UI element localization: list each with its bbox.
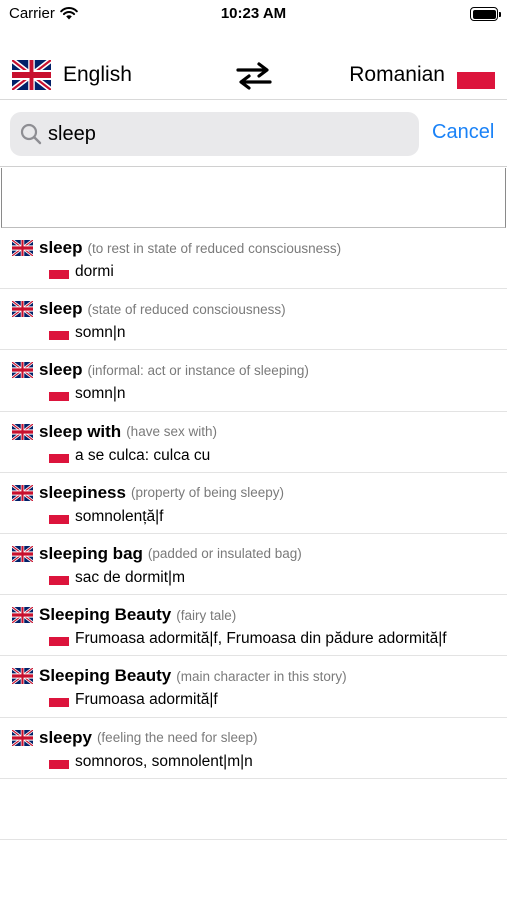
romania-flag-icon	[49, 453, 69, 463]
battery-icon	[470, 7, 501, 21]
result-source: sleep with (have sex with)	[12, 422, 217, 442]
result-gloss: (main character in this story)	[176, 668, 347, 684]
search-icon	[20, 123, 42, 145]
result-target: somn|n	[49, 324, 126, 342]
result-target: somnoros, somnolent|m|n	[49, 753, 253, 771]
romania-flag-icon	[49, 698, 69, 708]
result-row[interactable]: sleeping bag (padded or insulated bag) sac…	[0, 534, 507, 596]
uk-flag-icon	[12, 545, 33, 562]
result-gloss: (padded or insulated bag)	[147, 546, 302, 562]
romania-flag-icon	[49, 392, 69, 402]
result-source: sleep (state of reduced consciousness)	[12, 299, 286, 319]
uk-flag-icon	[12, 240, 33, 256]
result-target: somnolență|f	[49, 508, 163, 526]
result-row[interactable]: sleep with (have sex with) a se culca: cul…	[0, 412, 507, 473]
target-language-selector[interactable]: Romanian	[349, 60, 495, 89]
results-list: sleep (to rest in state of reduced consci…	[0, 228, 507, 840]
result-row[interactable]: Sleeping Beauty (fairy tale) Frumoasa ador…	[0, 595, 507, 657]
result-translation: sac de dormit|m	[75, 568, 185, 586]
result-term: sleeping bag	[39, 543, 143, 563]
search-field-container[interactable]	[10, 112, 419, 156]
empty-row	[0, 779, 507, 840]
romania-flag-icon	[49, 575, 69, 585]
result-target: Frumoasa adormită|f	[49, 691, 218, 709]
result-term: Sleeping Beauty	[39, 666, 172, 686]
uk-flag-icon	[12, 607, 33, 624]
result-gloss: (to rest in state of reduced consciousne…	[87, 240, 342, 256]
result-translation: somnoros, somnolent|m|n	[75, 752, 253, 770]
result-row[interactable]: sleep (informal: act or instance of sleep…	[0, 350, 507, 412]
result-source: sleeping bag (padded or insulated bag)	[12, 544, 302, 564]
result-row[interactable]: sleep (to rest in state of reduced consci…	[0, 228, 507, 290]
source-language-label: English	[63, 63, 132, 86]
result-translation: Frumoasa adormită|f, Frumoasa din pădure…	[75, 630, 447, 648]
result-source: sleepiness (property of being sleepy)	[12, 483, 284, 503]
uk-flag-icon	[12, 668, 33, 685]
result-target: Frumoasa adormită|f, Frumoasa din pădure…	[49, 630, 447, 648]
romania-flag-icon	[49, 331, 69, 341]
result-term: Sleeping Beauty	[39, 605, 172, 625]
source-language-selector[interactable]: English	[12, 60, 132, 90]
result-target: dormi	[49, 263, 114, 281]
result-source: sleep (informal: act or instance of sleep…	[12, 360, 309, 380]
result-row[interactable]: Sleeping Beauty (main character in this s…	[0, 656, 507, 718]
result-row[interactable]: sleep (state of reduced consciousness) som…	[0, 289, 507, 351]
result-gloss: (feeling the need for sleep)	[96, 730, 258, 745]
result-source: Sleeping Beauty (main character in this s…	[12, 666, 347, 686]
result-target: somn|n	[49, 385, 126, 403]
result-gloss: (informal: act or instance of sleeping)	[87, 362, 309, 378]
uk-flag-icon	[12, 362, 33, 379]
result-term: sleep	[39, 360, 83, 380]
result-term: sleep	[39, 238, 83, 257]
empty-panel	[1, 168, 506, 228]
result-translation: dormi	[75, 263, 114, 280]
result-translation: Frumoasa adormită|f	[75, 691, 218, 709]
status-time: 10:23 AM	[220, 5, 287, 22]
result-gloss: (have sex with)	[126, 424, 217, 440]
swap-arrows-icon[interactable]	[235, 62, 273, 90]
romania-flag-icon	[457, 72, 495, 89]
result-term: sleep with	[39, 421, 122, 441]
result-term: sleepiness	[39, 482, 126, 502]
uk-flag-icon	[12, 484, 33, 501]
result-source: sleepy (feeling the need for sleep)	[12, 728, 258, 748]
result-source: sleep (to rest in state of reduced consci…	[12, 238, 341, 258]
result-gloss: (fairy tale)	[176, 607, 237, 623]
target-language-label: Romanian	[349, 62, 445, 86]
result-target: a se culca: culca cu	[49, 447, 210, 465]
uk-flag-icon	[12, 301, 33, 318]
status-bar: Carrier 10:23 AM	[0, 0, 507, 28]
result-gloss: (state of reduced consciousness)	[87, 301, 286, 317]
cancel-button[interactable]: Cancel	[432, 121, 494, 144]
result-target: sac de dormit|m	[49, 569, 185, 587]
result-translation: a se culca: culca cu	[75, 446, 211, 464]
result-term: sleepy	[39, 727, 92, 747]
search-bar: Cancel	[0, 100, 507, 167]
romania-flag-icon	[49, 759, 69, 769]
result-term: sleep	[39, 299, 83, 319]
romania-flag-icon	[49, 270, 69, 279]
result-source: Sleeping Beauty (fairy tale)	[12, 605, 236, 625]
result-row[interactable]: sleepy (feeling the need for sleep) somnor…	[0, 718, 507, 779]
result-translation: somnolență|f	[75, 507, 164, 525]
uk-flag-icon	[12, 423, 33, 440]
result-translation: somn|n	[75, 385, 126, 403]
result-row[interactable]: sleepiness (property of being sleepy) somn…	[0, 473, 507, 534]
result-translation: somn|n	[75, 324, 126, 342]
uk-flag-icon	[12, 60, 51, 90]
romania-flag-icon	[49, 514, 69, 524]
uk-flag-icon	[12, 729, 33, 746]
language-header: English Romanian	[0, 52, 507, 100]
result-gloss: (property of being sleepy)	[130, 485, 285, 501]
romania-flag-icon	[49, 637, 69, 647]
search-input[interactable]	[48, 112, 408, 156]
